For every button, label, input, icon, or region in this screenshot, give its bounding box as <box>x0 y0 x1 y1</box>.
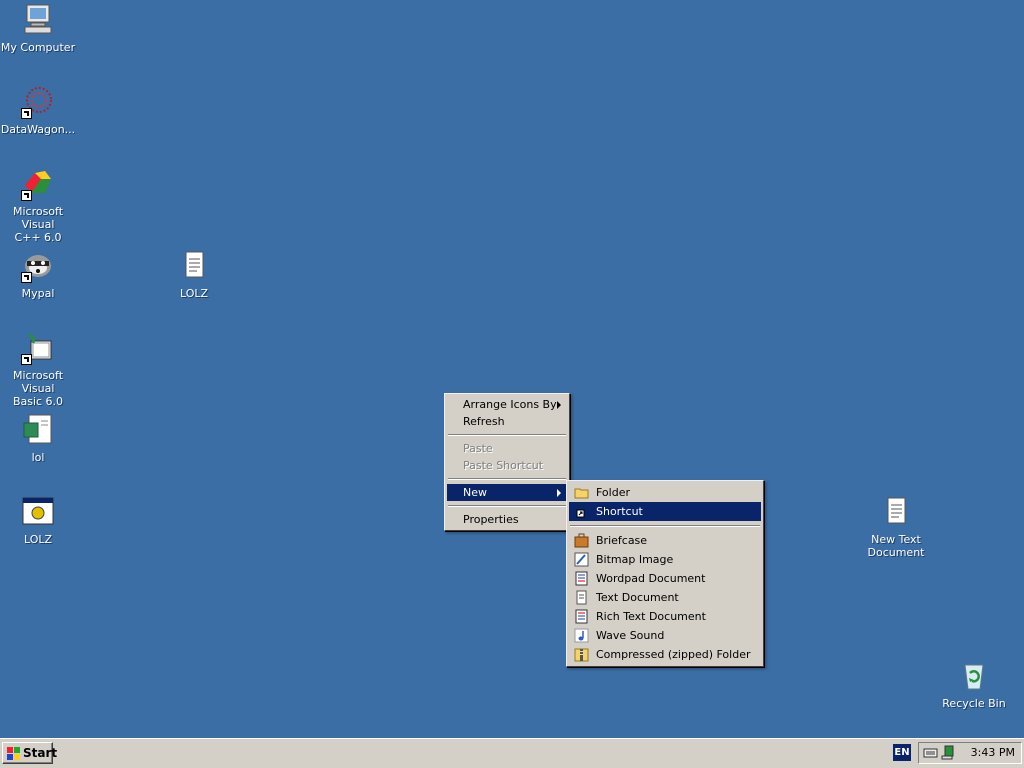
lolz-app-label: LOLZ <box>23 533 53 546</box>
taskbar: Start 3:43 PM <box>0 738 1024 768</box>
keyboard-icon[interactable] <box>923 746 938 762</box>
lolz-text-label: LOLZ <box>179 287 209 300</box>
menu-separator <box>448 478 566 480</box>
rich-text-icon <box>574 609 589 624</box>
msvb-label-line1: Microsoft Visual <box>12 369 64 395</box>
submenu-item-text-document[interactable]: Text Document <box>569 588 761 607</box>
my-computer-label: My Computer <box>0 41 76 54</box>
application-icon <box>21 495 55 529</box>
submenu-item-wordpad-document[interactable]: Wordpad Document <box>569 569 761 588</box>
recycle-bin-label: Recycle Bin <box>942 697 1006 710</box>
paste-shortcut-label: Paste Shortcut <box>463 459 544 472</box>
menu-separator <box>570 525 760 527</box>
menu-item-arrange-icons-by[interactable]: Arrange Icons By <box>447 396 567 413</box>
submenu-item-folder[interactable]: Folder <box>569 483 761 502</box>
rich-text-document-label: Rich Text Document <box>596 610 706 623</box>
new-label: New <box>463 486 487 499</box>
bitmap-icon <box>574 552 589 567</box>
folder-label: Folder <box>596 486 630 499</box>
zip-folder-icon <box>574 647 589 662</box>
desktop-icon-new-text-document[interactable]: New Text Document <box>858 495 934 559</box>
folder-icon <box>574 485 589 500</box>
new-submenu: Folder Shortcut Briefcase Bitmap Image W… <box>566 480 764 667</box>
submenu-item-shortcut[interactable]: Shortcut <box>569 502 761 521</box>
bitmap-image-label: Bitmap Image <box>596 553 674 566</box>
menu-item-paste: Paste <box>447 440 567 457</box>
desktop-icon-lolz-app[interactable]: LOLZ <box>0 495 76 546</box>
script-file-icon <box>21 413 55 447</box>
desktop-icon-my-computer[interactable]: My Computer <box>0 3 76 54</box>
desktop-icon-msvb[interactable]: Microsoft Visual Basic 6.0 <box>0 331 76 408</box>
msvc-label-line1: Microsoft Visual <box>12 205 64 231</box>
new-text-document-label-line1: New Text <box>871 533 921 546</box>
start-label: Start <box>23 746 58 760</box>
desktop-icon-datawagon[interactable]: DataWagon... <box>0 85 76 136</box>
lol-label: lol <box>31 451 45 464</box>
paste-label: Paste <box>463 442 493 455</box>
msvc-label-line2: C++ 6.0 <box>14 231 62 244</box>
menu-item-properties[interactable]: Properties <box>447 511 567 528</box>
submenu-item-compressed-folder[interactable]: Compressed (zipped) Folder <box>569 645 761 664</box>
mypal-label: Mypal <box>21 287 55 300</box>
desktop-icon-lol[interactable]: lol <box>0 413 76 464</box>
shortcut-arrow-icon <box>21 108 32 119</box>
computer-icon <box>21 3 55 37</box>
compressed-folder-label: Compressed (zipped) Folder <box>596 648 751 661</box>
desktop-icon-recycle-bin[interactable]: Recycle Bin <box>936 659 1012 710</box>
refresh-label: Refresh <box>463 415 505 428</box>
windows-logo-icon <box>7 746 20 760</box>
text-file-icon <box>879 495 913 529</box>
text-document-icon <box>574 590 589 605</box>
desktop-icon-lolz-text[interactable]: LOLZ <box>156 249 232 300</box>
submenu-arrow-icon <box>557 489 561 497</box>
language-indicator[interactable]: EN <box>893 744 911 761</box>
desktop-icon-msvc[interactable]: Microsoft Visual C++ 6.0 <box>0 167 76 244</box>
menu-item-refresh[interactable]: Refresh <box>447 413 567 430</box>
wave-sound-label: Wave Sound <box>596 629 665 642</box>
briefcase-label: Briefcase <box>596 534 648 547</box>
menu-item-new[interactable]: New <box>447 484 567 501</box>
start-button[interactable]: Start <box>2 742 57 764</box>
datawagon-label: DataWagon... <box>0 123 76 136</box>
submenu-arrow-icon <box>557 401 561 409</box>
raccoon-icon <box>21 249 55 283</box>
shortcut-icon <box>574 504 589 519</box>
menu-separator <box>448 434 566 436</box>
properties-label: Properties <box>463 513 519 526</box>
briefcase-icon <box>574 533 589 548</box>
submenu-item-bitmap-image[interactable]: Bitmap Image <box>569 550 761 569</box>
msvb-label-line2: Basic 6.0 <box>12 395 64 408</box>
shortcut-arrow-icon <box>21 354 32 365</box>
network-icon[interactable] <box>941 745 957 763</box>
submenu-item-rich-text-document[interactable]: Rich Text Document <box>569 607 761 626</box>
menu-item-paste-shortcut: Paste Shortcut <box>447 457 567 474</box>
text-file-icon <box>177 249 211 283</box>
new-text-document-label-line2: Document <box>867 546 925 559</box>
shortcut-arrow-icon <box>21 272 32 283</box>
submenu-item-briefcase[interactable]: Briefcase <box>569 531 761 550</box>
shortcut-label: Shortcut <box>596 505 643 518</box>
datawagon-icon <box>21 85 55 119</box>
recycle-bin-icon <box>957 659 991 693</box>
text-document-label: Text Document <box>596 591 679 604</box>
music-note-icon <box>574 628 589 643</box>
wordpad-document-label: Wordpad Document <box>596 572 706 585</box>
visual-basic-icon <box>21 331 55 365</box>
clock[interactable]: 3:43 PM <box>971 743 1015 763</box>
system-tray: 3:43 PM <box>918 742 1022 764</box>
menu-separator <box>448 505 566 507</box>
wordpad-icon <box>574 571 589 586</box>
submenu-item-wave-sound[interactable]: Wave Sound <box>569 626 761 645</box>
shortcut-arrow-icon <box>21 190 32 201</box>
visual-cpp-icon <box>21 167 55 201</box>
desktop-icon-mypal[interactable]: Mypal <box>0 249 76 300</box>
arrange-icons-by-label: Arrange Icons By <box>463 398 557 411</box>
desktop-context-menu: Arrange Icons By Refresh Paste Paste Sho… <box>444 393 570 531</box>
